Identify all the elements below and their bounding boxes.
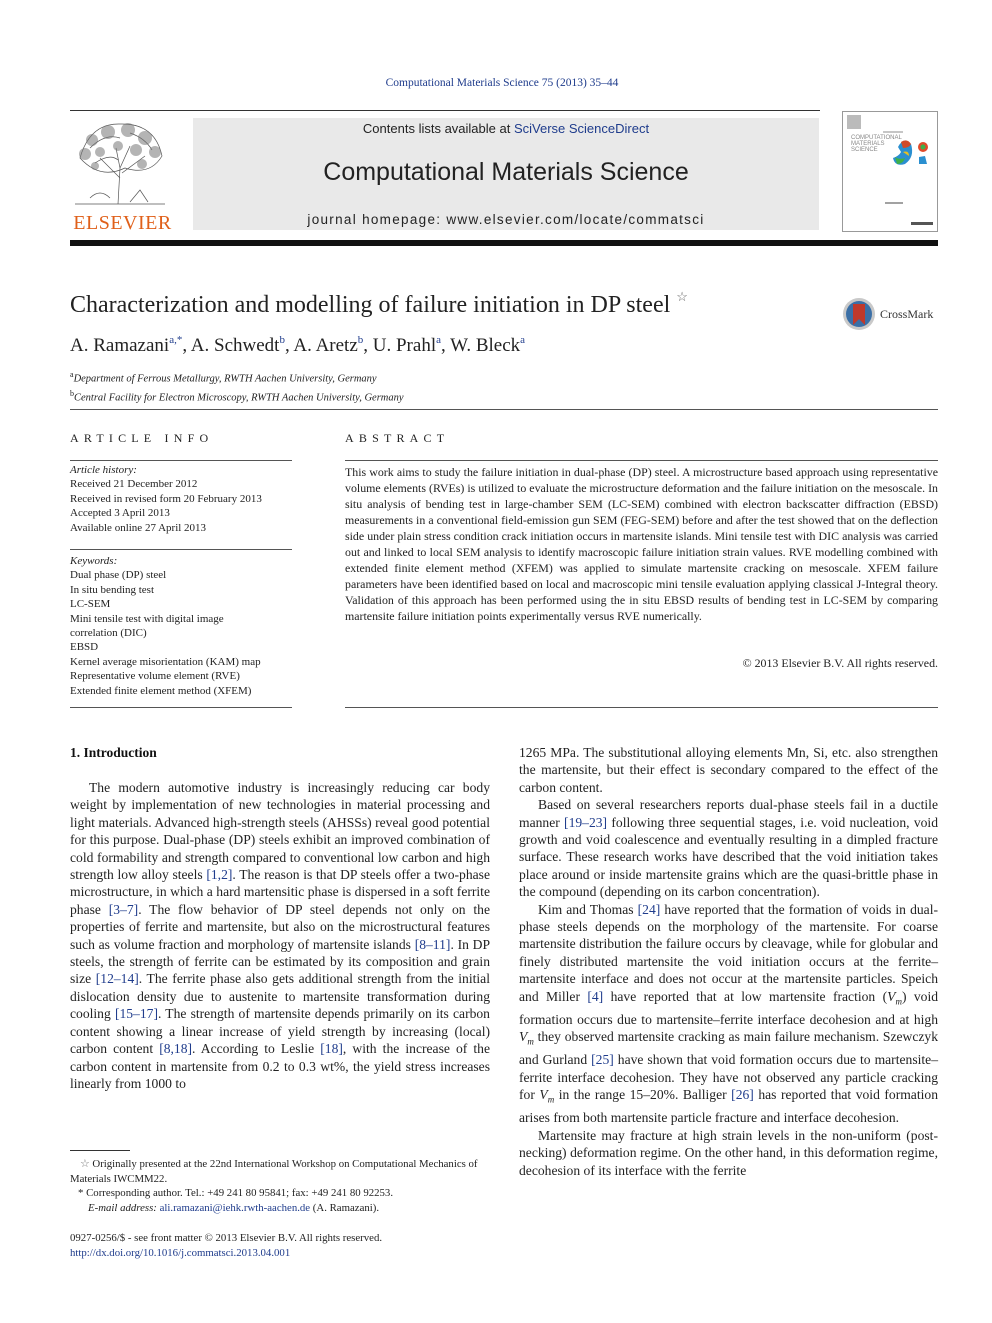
author-affil-marker[interactable]: b <box>279 334 285 346</box>
abstract-copyright: © 2013 Elsevier B.V. All rights reserved… <box>742 656 938 670</box>
contents-list-line: Contents lists available at SciVerse Sci… <box>193 121 819 136</box>
citation-link[interactable]: [8,18] <box>159 1041 192 1056</box>
body-paragraph: Based on several researchers reports dua… <box>519 797 938 900</box>
article-title-text: Characterization and modelling of failur… <box>70 292 671 318</box>
author[interactable]: A. Aretzb <box>293 334 364 356</box>
keyword: Dual phase (DP) steel <box>70 569 167 582</box>
journal-cover-icon: COMPUTATIONAL MATERIALS SCIENCE <box>847 115 933 225</box>
keywords-label: Keywords: <box>70 555 118 567</box>
math-symbol: Vm <box>519 1029 534 1047</box>
body-paragraph: Martensite may fracture at high strain l… <box>519 1127 938 1178</box>
journal-banner: Contents lists available at SciVerse Sci… <box>193 118 819 230</box>
title-block-rule <box>70 409 938 410</box>
author-list: A. Ramazania,*, A. Schwedtb, A. Aretzb, … <box>70 334 526 356</box>
abstract-heading: ABSTRACT <box>345 431 450 445</box>
email-link[interactable]: ali.ramazani@iehk.rwth-aachen.de <box>160 1202 311 1214</box>
header-rule <box>70 110 820 111</box>
article-info-heading: ARTICLE INFO <box>70 431 214 445</box>
keyword: Kernel average misorientation (KAM) map <box>70 655 261 668</box>
citation-link[interactable]: [4] <box>587 989 603 1004</box>
author[interactable]: U. Prahla <box>373 334 441 356</box>
abstract-text: This work aims to study the failure init… <box>345 465 938 623</box>
cover-title-line: SCIENCE <box>851 147 878 153</box>
citation-link[interactable]: [26] <box>731 1087 754 1102</box>
keywords-rule <box>70 549 292 550</box>
crossmark-label: CrossMark <box>880 306 934 321</box>
citation-link[interactable]: [18] <box>320 1041 343 1056</box>
header-thick-rule <box>70 240 938 246</box>
front-matter: 0927-0256/$ - see front matter © 2013 El… <box>70 1231 382 1260</box>
abstract-rule <box>345 460 938 461</box>
citation-link[interactable]: [8–11] <box>415 937 451 952</box>
journal-reference[interactable]: Computational Materials Science 75 (2013… <box>0 77 992 89</box>
sciencedirect-link[interactable]: SciVerse ScienceDirect <box>514 121 649 136</box>
abstract-end-rule <box>345 707 938 708</box>
footnote-presented: ☆ Originally presented at the 22nd Inter… <box>70 1158 478 1185</box>
doi-link[interactable]: http://dx.doi.org/10.1016/j.commatsci.20… <box>70 1246 382 1261</box>
affiliation: aDepartment of Ferrous Metallurgy, RWTH … <box>70 370 377 385</box>
author[interactable]: A. Schwedtb <box>191 334 285 356</box>
email-label: E-mail address: <box>88 1201 157 1214</box>
author[interactable]: A. Ramazania,* <box>70 334 182 356</box>
footnote-rule <box>70 1150 130 1151</box>
history-item: Accepted 3 April 2013 <box>70 507 170 520</box>
history-item: Available online 27 April 2013 <box>70 521 207 534</box>
affiliations: aDepartment of Ferrous Metallurgy, RWTH … <box>70 368 404 405</box>
citation-link[interactable]: [25] <box>591 1052 614 1067</box>
body-paragraph: The modern automotive industry is increa… <box>70 780 491 1091</box>
author-affil-marker[interactable]: a <box>520 334 525 346</box>
body-paragraph: Kim and Thomas [24] have reported that t… <box>519 901 939 1126</box>
footnotes: ☆ Originally presented at the 22nd Inter… <box>70 1157 490 1215</box>
keyword: Mini tensile test with digital image cor… <box>70 612 224 640</box>
citation-link[interactable]: [19–23] <box>564 815 607 830</box>
citation-link[interactable]: [12–14] <box>96 971 139 986</box>
elsevier-tree-icon <box>75 123 165 205</box>
author[interactable]: W. Blecka <box>450 334 525 356</box>
math-symbol: Vm <box>539 1087 555 1105</box>
footnote-corresponding: * Corresponding author. Tel.: +49 241 80… <box>78 1187 394 1214</box>
article-info-rule <box>70 460 292 461</box>
journal-homepage[interactable]: journal homepage: www.elsevier.com/locat… <box>193 212 819 227</box>
body-right-column: 1265 MPa. The substitutional alloying el… <box>519 744 938 1179</box>
article-history: Article history: Received 21 December 20… <box>70 463 300 535</box>
crossmark-icon <box>843 298 875 330</box>
citation-link[interactable]: [15–17] <box>115 1006 158 1021</box>
keyword: Extended finite element method (XFEM) <box>70 684 252 697</box>
keywords: Keywords: Dual phase (DP) steel In situ … <box>70 554 295 698</box>
affiliation: bCentral Facility for Electron Microscop… <box>70 388 404 404</box>
body-paragraph: 1265 MPa. The substitutional alloying el… <box>519 745 938 795</box>
contents-prefix: Contents lists available at <box>362 121 514 136</box>
author-affil-marker[interactable]: a,* <box>169 334 182 346</box>
section-heading-introduction: 1. Introduction <box>70 745 157 760</box>
history-item: Received in revised form 20 February 201… <box>70 492 262 505</box>
author-affil-marker[interactable]: b <box>358 334 364 346</box>
keyword: LC-SEM <box>70 598 111 611</box>
keyword: Representative volume element (RVE) <box>70 670 240 683</box>
title-footnote-marker[interactable]: ☆ <box>676 289 688 304</box>
journal-title: Computational Materials Science <box>323 158 689 186</box>
front-matter-text: 0927-0256/$ - see front matter © 2013 El… <box>70 1232 383 1244</box>
keywords-end-rule <box>70 707 292 708</box>
article-title: Characterization and modelling of failur… <box>70 289 688 319</box>
article-history-label: Article history: <box>70 464 137 476</box>
citation-link[interactable]: [1,2] <box>206 867 232 882</box>
citation-link[interactable]: [24] <box>638 902 661 917</box>
keyword: EBSD <box>70 641 99 654</box>
body-left-column: The modern automotive industry is increa… <box>70 779 490 1092</box>
history-item: Received 21 December 2012 <box>70 478 198 491</box>
elsevier-logo[interactable]: ELSEVIER <box>70 118 175 234</box>
math-symbol: Vm <box>887 988 902 1007</box>
elsevier-wordmark: ELSEVIER <box>73 212 172 234</box>
author-affil-marker[interactable]: a <box>436 334 441 346</box>
journal-cover-thumbnail[interactable]: COMPUTATIONAL MATERIALS SCIENCE <box>842 111 938 232</box>
crossmark-button[interactable]: CrossMark <box>842 297 933 331</box>
keyword: In situ bending test <box>70 583 155 596</box>
citation-link[interactable]: [3–7] <box>109 902 138 917</box>
